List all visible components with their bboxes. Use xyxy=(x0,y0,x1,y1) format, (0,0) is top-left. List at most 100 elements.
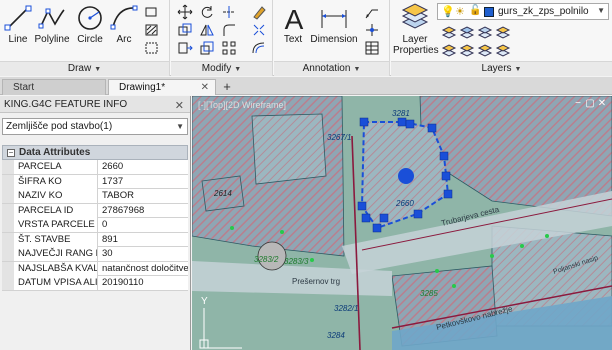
line-tool-label: Line xyxy=(8,34,28,45)
attr-key: ŠIFRA KO xyxy=(2,174,98,189)
unlock-icon: 🔓 xyxy=(469,5,482,16)
layer-previous-icon[interactable] xyxy=(459,42,475,58)
attr-value[interactable]: 2660 xyxy=(99,160,188,174)
attr-value[interactable]: 27867968 xyxy=(99,204,188,218)
layer-properties-button[interactable]: Layer Properties xyxy=(393,2,439,58)
collapse-icon[interactable]: − xyxy=(7,149,15,157)
hatch-icon[interactable] xyxy=(144,22,160,38)
plus-icon: + xyxy=(223,79,231,94)
viewport-controls-label[interactable]: [-][Top][2D Wireframe] xyxy=(198,100,286,110)
text-tool-button[interactable]: A Text xyxy=(278,2,308,58)
layer-color-swatch xyxy=(484,7,494,17)
layer-isolate-icon[interactable] xyxy=(459,24,475,40)
attributes-section-title: Data Attributes xyxy=(19,147,91,158)
attributes-section-header[interactable]: − Data Attributes xyxy=(2,145,188,160)
attr-value[interactable]: 30 xyxy=(99,247,188,261)
attr-value[interactable]: TABOR xyxy=(99,189,188,203)
table-icon[interactable] xyxy=(364,40,380,56)
layer-lock-icon[interactable] xyxy=(495,24,511,40)
dimension-icon xyxy=(321,10,347,28)
arc-tool-button[interactable]: Arc xyxy=(108,2,140,58)
parcel-label: 3284 xyxy=(327,331,345,340)
feature-select-value: Zemljišče pod stavbo(1) xyxy=(6,121,113,132)
line-icon xyxy=(4,5,32,31)
draw-panel-title: Draw xyxy=(67,63,92,74)
stretch-icon[interactable] xyxy=(177,40,193,56)
explode-icon[interactable] xyxy=(251,22,267,38)
sun-icon: ☀ xyxy=(455,6,465,18)
ucs-y-label: Y xyxy=(201,296,208,307)
parcel-label: 3285 xyxy=(420,289,438,298)
map-svg: 3267/1 3281 2614 2660 3283/2 3283/3 3282… xyxy=(192,96,612,350)
restore-icon[interactable]: ▢ xyxy=(584,98,596,109)
rectangle-icon[interactable] xyxy=(144,4,160,20)
centroid-grip[interactable] xyxy=(398,168,414,184)
attr-key: NAJVEČJI RANG KVALITETA xyxy=(2,247,98,261)
polyline-tool-button[interactable]: Polyline xyxy=(34,2,70,58)
palette-title-bar: KING.G4C FEATURE INFO ✕ xyxy=(0,96,190,113)
attr-value[interactable]: natančnost določitve xyxy=(99,262,188,276)
attr-value[interactable]: 0 xyxy=(99,218,188,232)
layers-panel-title: Layers xyxy=(481,63,512,74)
draw-panel-footer[interactable]: Draw ▼ xyxy=(0,61,169,76)
draw-panel: Line Polyline Circle Arc Draw ▼ xyxy=(0,0,170,76)
layer-properties-label-1: Layer xyxy=(402,34,428,45)
circle-tool-button[interactable]: Circle xyxy=(72,2,108,58)
copy-icon[interactable] xyxy=(177,22,193,38)
layer-match-icon[interactable] xyxy=(441,42,457,58)
array-icon[interactable] xyxy=(221,40,237,56)
parcel-label: 3283/2 xyxy=(254,255,279,264)
close-icon[interactable]: ✕ xyxy=(596,98,608,109)
scale-icon[interactable] xyxy=(199,40,215,56)
new-tab-button[interactable]: + xyxy=(218,79,236,95)
tab-start[interactable]: Start xyxy=(2,79,106,95)
modify-panel-footer[interactable]: Modify ▼ xyxy=(171,61,272,76)
rotate-icon[interactable] xyxy=(199,4,215,20)
close-icon[interactable]: ✕ xyxy=(175,98,184,115)
chevron-down-icon: ▼ xyxy=(94,66,102,73)
drawing-canvas[interactable]: 3267/1 3281 2614 2660 3283/2 3283/3 3282… xyxy=(192,96,612,350)
layer-merge-icon[interactable] xyxy=(495,42,511,58)
mirror-icon[interactable] xyxy=(199,22,215,38)
attr-value[interactable]: 891 xyxy=(99,233,188,247)
layer-freeze-icon[interactable] xyxy=(477,24,493,40)
attr-key: NAZIV KO xyxy=(2,189,98,203)
trim-icon[interactable] xyxy=(221,4,237,20)
layer-off-icon[interactable] xyxy=(441,24,457,40)
offset-icon[interactable] xyxy=(251,40,267,56)
move-icon[interactable] xyxy=(177,4,193,20)
region-icon[interactable] xyxy=(144,40,160,56)
arc-tool-label: Arc xyxy=(116,34,132,45)
layers-panel: Layer Properties 💡 ☀ 🔓 gurs_zk_zps_polni… xyxy=(391,0,612,76)
parcel-block-mid xyxy=(251,113,327,185)
chevron-down-icon: ▼ xyxy=(514,66,522,73)
attr-value[interactable]: 20190110 xyxy=(99,276,188,290)
minimize-icon[interactable]: − xyxy=(572,98,584,109)
line-tool-button[interactable]: Line xyxy=(2,2,34,58)
tab-drawing1[interactable]: Drawing1* ✕ xyxy=(108,79,216,95)
circle-tool-label: Circle xyxy=(77,34,103,45)
layer-walk-icon[interactable] xyxy=(477,42,493,58)
multileader-icon[interactable] xyxy=(364,22,380,38)
table-row: NAZIV KO TABOR xyxy=(2,189,188,204)
attr-key: ŠT. STAVBE xyxy=(2,232,98,247)
annotation-panel-footer[interactable]: Annotation ▼ xyxy=(274,61,389,76)
svg-text:A: A xyxy=(285,4,304,34)
tab-drawing1-label: Drawing1* xyxy=(119,82,166,93)
attr-key: PARCELA ID xyxy=(2,203,98,218)
leader-icon[interactable] xyxy=(364,4,380,20)
layer-dropdown[interactable]: 💡 ☀ 🔓 gurs_zk_zps_polnilo ▼ xyxy=(437,3,609,20)
table-row: ŠIFRA KO 1737 xyxy=(2,174,188,189)
annotation-panel-title: Annotation xyxy=(302,63,351,74)
erase-icon[interactable] xyxy=(251,4,267,20)
dimension-tool-button[interactable]: Dimension xyxy=(310,2,358,58)
layers-panel-footer[interactable]: Layers ▼ xyxy=(391,61,612,76)
chevron-down-icon: ▼ xyxy=(597,6,605,15)
arc-icon xyxy=(110,5,138,30)
close-icon[interactable]: ✕ xyxy=(201,80,209,96)
parcel-label: 3283/3 xyxy=(284,257,309,266)
attr-value[interactable]: 1737 xyxy=(99,175,188,189)
table-row: PARCELA 2660 xyxy=(2,160,188,175)
feature-select[interactable]: Zemljišče pod stavbo(1) ▼ xyxy=(2,118,188,135)
fillet-icon[interactable] xyxy=(221,22,237,38)
